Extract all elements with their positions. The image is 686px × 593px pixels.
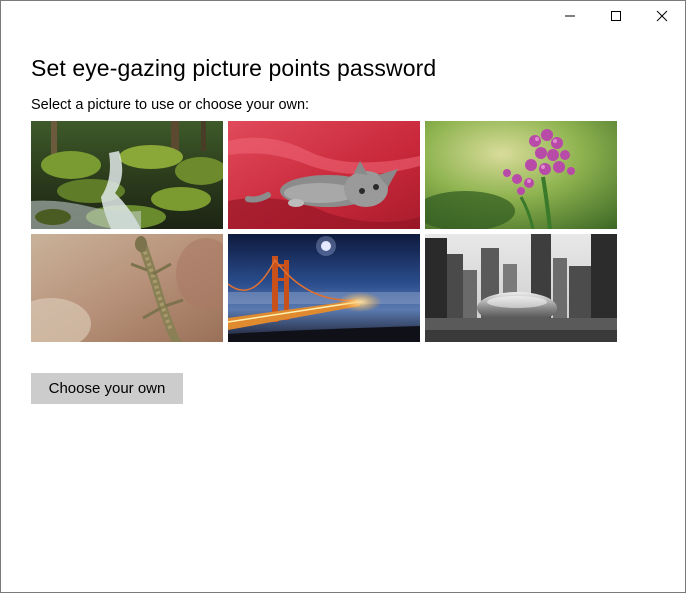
lizard-image <box>31 234 223 342</box>
picture-tile-waterfall[interactable] <box>31 121 223 229</box>
waterfall-image <box>31 121 223 229</box>
choose-your-own-button[interactable]: Choose your own <box>31 373 183 404</box>
cloud-gate-image <box>425 234 617 342</box>
title-bar <box>547 1 685 31</box>
maximize-button[interactable] <box>593 1 639 31</box>
close-icon <box>656 10 668 22</box>
close-button[interactable] <box>639 1 685 31</box>
picture-tile-bridge[interactable] <box>228 234 420 342</box>
kitten-image <box>228 121 420 229</box>
picture-tile-kitten[interactable] <box>228 121 420 229</box>
dialog-window: Set eye-gazing picture points password S… <box>0 0 686 593</box>
instruction-text: Select a picture to use or choose your o… <box>31 97 310 113</box>
page-title: Set eye-gazing picture points password <box>31 55 437 81</box>
maximize-icon <box>611 11 621 21</box>
picture-grid <box>31 121 617 342</box>
picture-tile-cloud-gate[interactable] <box>425 234 617 342</box>
flower-image <box>425 121 617 229</box>
picture-tile-flower[interactable] <box>425 121 617 229</box>
picture-tile-lizard[interactable] <box>31 234 223 342</box>
bridge-image <box>228 234 420 342</box>
minimize-icon <box>565 15 575 17</box>
minimize-button[interactable] <box>547 1 593 31</box>
